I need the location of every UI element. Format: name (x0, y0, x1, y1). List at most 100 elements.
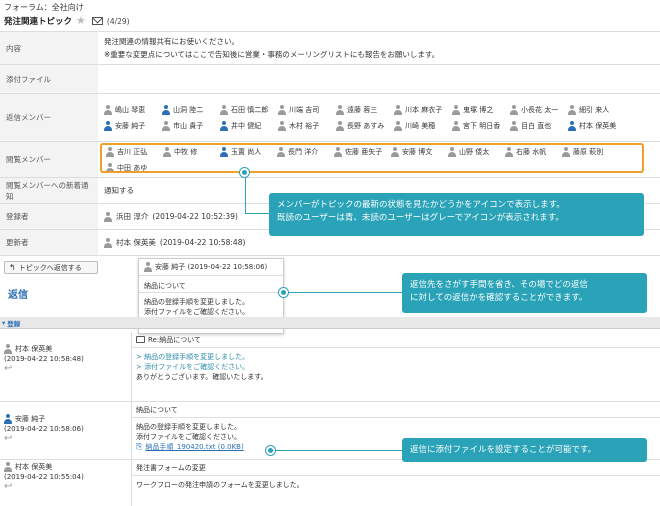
quoted-line: > 添付ファイルをご確認ください。 (136, 363, 250, 371)
collapse-icon: ▾ (2, 318, 6, 327)
breadcrumb[interactable]: フォーラム：全社向け (4, 2, 84, 13)
reply-thread: 村本 保英美 (2019-04-22 10:58:48) ↩ Re:納品について… (0, 332, 660, 506)
member-item[interactable]: 鬼塚 博之 (452, 104, 508, 115)
label-confirmed-members: 閲覧メンバー (0, 142, 98, 177)
description-line: 発注関連の情報共有にお使いください。 (104, 37, 239, 46)
creator-date: (2019-04-22 10:52:39) (152, 212, 238, 221)
reply-section-title: 返信 (8, 290, 28, 301)
reply-message: 村本 保英美 (2019-04-22 10:58:48) ↩ Re:納品について… (0, 332, 660, 402)
user-icon (104, 237, 112, 248)
reply-link-icon[interactable] (136, 336, 145, 343)
user-unread-icon (394, 120, 402, 131)
callout-attach: 返信に添付ファイルを設定することが可能です。 (402, 438, 647, 462)
user-unread-icon (510, 120, 518, 131)
member-name: 遠藤 蓉三 (347, 105, 378, 114)
label-description: 内容 (0, 32, 98, 64)
member-item[interactable]: 小長花 太一 (510, 104, 566, 115)
reply-message: 村本 保英美 (2019-04-22 10:55:04) ↩ 発注書フォームの変… (0, 460, 660, 506)
user-icon (4, 344, 12, 354)
member-item[interactable]: 遠藤 蓉三 (336, 104, 392, 115)
topic-header: 発注関連トピック ★ (4/29) (4, 15, 130, 27)
callout-members: メンバーがトピックの最新の状態を見たかどうかをアイコンで表示します。 既読のユー… (269, 193, 644, 236)
description-line: ※重要な変更点についてはここで告知後に営業・事務のメーリングリストにも報告をお願… (104, 50, 440, 59)
member-item[interactable]: 川端 吉司 (278, 104, 334, 115)
member-item[interactable]: 山洞 陸二 (162, 104, 218, 115)
member-name: 川本 麻衣子 (405, 105, 443, 114)
member-item[interactable]: 安藤 純子 (104, 120, 160, 131)
member-item[interactable]: 宮下 明日香 (452, 120, 508, 131)
member-name: 市山 貴子 (173, 121, 204, 130)
user-unread-icon (452, 104, 460, 115)
member-name: 小長花 太一 (521, 105, 559, 114)
member-item[interactable]: 石田 慎二郎 (220, 104, 276, 115)
confirmed-members-highlight (100, 143, 644, 173)
member-name: 長野 あすみ (347, 121, 385, 130)
user-unread-icon (278, 120, 286, 131)
quoted-line: > 納品の登録手順を変更しました。 (136, 353, 250, 361)
user-unread-icon (336, 120, 344, 131)
user-unread-icon (394, 104, 402, 115)
reply-icon[interactable]: ↩ (4, 434, 127, 444)
row-reply-members: 返信メンバー 嶋山 琴恵 山洞 陸二 石田 慎二郎 川端 吉司 遠藤 蓉三 川本 麻衣子 鬼… (0, 94, 660, 142)
member-name: 井中 健紀 (231, 121, 262, 130)
label-notify: 閲覧メンバーへの新着通知 (0, 178, 98, 203)
user-unread-icon (510, 104, 518, 115)
member-name: 川崎 美穂 (405, 121, 436, 130)
row-description: 内容 発注関連の情報共有にお使いください。 ※重要な変更点についてはここで告知後… (0, 32, 660, 65)
user-read-icon (568, 120, 576, 131)
member-item[interactable]: 川崎 美穂 (394, 120, 450, 131)
member-item[interactable]: 木村 裕子 (278, 120, 334, 131)
envelope-icon[interactable] (91, 17, 103, 25)
member-item[interactable]: 井中 健紀 (220, 120, 276, 131)
updater-name[interactable]: 村本 保英美 (116, 237, 156, 248)
paperclip-icon: ⎘ (136, 442, 143, 451)
callout-marker (240, 168, 249, 177)
topic-title: 発注関連トピック (4, 17, 73, 27)
reply-member-list: 嶋山 琴恵 山洞 陸二 石田 慎二郎 川端 吉司 遠藤 蓉三 川本 麻衣子 鬼塚 博之 小長花… (104, 104, 624, 131)
member-item[interactable]: 目白 直也 (510, 120, 566, 131)
member-item[interactable]: 長野 あすみ (336, 120, 392, 131)
reply-to-topic-button[interactable]: ↰ トピックへ返信する (4, 261, 98, 274)
user-unread-icon (162, 120, 170, 131)
member-item[interactable]: 村本 保英美 (568, 120, 624, 131)
user-read-icon (220, 120, 228, 131)
member-name: 嶋山 琴恵 (115, 105, 146, 114)
member-name: 安藤 純子 (115, 121, 146, 130)
callout-marker (266, 446, 275, 455)
user-read-icon (162, 104, 170, 115)
user-unread-icon (278, 104, 286, 115)
member-name: 山洞 陸二 (173, 105, 204, 114)
callout-marker (279, 288, 288, 297)
member-name: 木村 裕子 (289, 121, 320, 130)
callout-reply: 返信先をさがす手間を省き、その場でどの返信 に対しての返信かを確認することができ… (402, 273, 647, 313)
label-attachments: 添付ファイル (0, 65, 98, 93)
star-icon[interactable]: ★ (76, 15, 86, 26)
user-read-icon (104, 120, 112, 131)
user-icon (104, 211, 112, 222)
user-unread-icon (568, 104, 576, 115)
member-item[interactable]: 川本 麻衣子 (394, 104, 450, 115)
label-creator: 登録者 (0, 204, 98, 229)
creator-name[interactable]: 浜田 淳介 (116, 211, 148, 222)
reply-icon[interactable]: ↩ (4, 482, 127, 492)
user-unread-icon (220, 104, 228, 115)
section-header[interactable]: ▾ 登録 (0, 317, 660, 329)
member-item[interactable]: 市山 貴子 (162, 120, 218, 131)
back-arrow-icon: ↰ (9, 263, 16, 272)
user-icon (144, 262, 152, 272)
popup-subject: 納品について (139, 276, 283, 293)
member-name: 村本 保英美 (579, 121, 617, 130)
member-item[interactable]: 細引 来人 (568, 104, 624, 115)
reply-icon[interactable]: ↩ (4, 364, 127, 374)
member-name: 宮下 明日香 (463, 121, 501, 130)
member-name: 細引 来人 (579, 105, 610, 114)
user-unread-icon (336, 104, 344, 115)
user-unread-icon (452, 120, 460, 131)
member-name: 目白 直也 (521, 121, 552, 130)
user-unread-icon (104, 104, 112, 115)
member-item[interactable]: 嶋山 琴恵 (104, 104, 160, 115)
user-icon (4, 414, 12, 424)
label-reply-members: 返信メンバー (0, 94, 98, 141)
attachment-link[interactable]: 納品手順_190420.txt (0.0KB) (145, 442, 243, 452)
read-count: (4/29) (106, 16, 130, 26)
